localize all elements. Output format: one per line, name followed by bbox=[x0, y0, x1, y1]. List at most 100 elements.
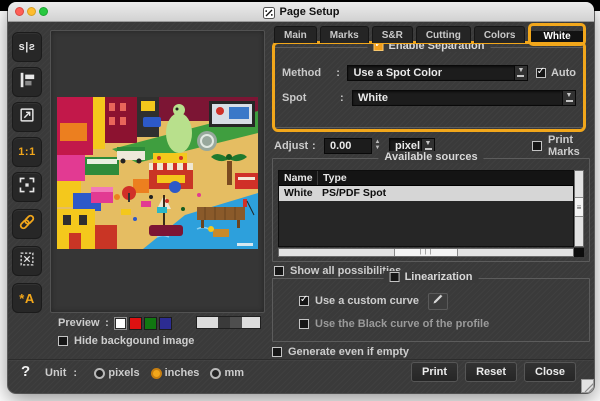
dropdown-bar bbox=[565, 100, 573, 102]
footer-divider bbox=[8, 359, 594, 360]
align-left-icon bbox=[18, 71, 36, 94]
custom-curve-row: ✓ Use a custom curve bbox=[299, 292, 448, 310]
vertical-scrollbar[interactable]: ≡ bbox=[574, 170, 584, 247]
dropdown-bar bbox=[424, 148, 432, 150]
generate-empty-checkbox[interactable] bbox=[272, 347, 282, 357]
annotation-tool-button[interactable]: *A bbox=[12, 283, 42, 313]
fit-corners-icon bbox=[18, 176, 36, 199]
page-setup-window: Page Setup s|ƨ 1:1 *A Preview: Hide bac… bbox=[8, 2, 594, 393]
separation-group: ✓ Enable Separation Method : Use a Spot … bbox=[274, 40, 584, 128]
method-select[interactable]: Use a Spot Color ▼ bbox=[347, 64, 528, 81]
auto-group: ✓ Auto bbox=[535, 66, 577, 79]
selection-tool-button[interactable] bbox=[12, 246, 42, 276]
link-icon bbox=[17, 212, 37, 237]
method-select-value: Use a Spot Color bbox=[353, 66, 443, 79]
dropdown-bar bbox=[517, 75, 525, 77]
mirror-tool-button[interactable]: s|ƨ bbox=[12, 32, 42, 62]
sources-table: Name Type White PS/PDF Spot bbox=[278, 170, 574, 247]
tab-cutting[interactable]: Cutting bbox=[415, 26, 471, 43]
edit-curve-button[interactable] bbox=[427, 292, 448, 310]
spot-dropdown-button[interactable]: ▼ bbox=[562, 90, 575, 105]
tab-colors[interactable]: Colors bbox=[473, 26, 526, 43]
help-button[interactable]: ? bbox=[21, 363, 30, 380]
auto-checkbox[interactable]: ✓ bbox=[535, 66, 546, 78]
reset-button[interactable]: Reset bbox=[465, 362, 518, 382]
selection-box-icon bbox=[18, 250, 36, 273]
horizontal-scrollbar-handle[interactable]: | | | bbox=[394, 249, 458, 256]
preview-image[interactable] bbox=[57, 97, 258, 249]
channel-swatches bbox=[114, 316, 172, 330]
auto-label: Auto bbox=[550, 66, 577, 79]
preview-colon: : bbox=[105, 317, 109, 329]
unit-selector: Unit : pixels inches mm bbox=[45, 365, 246, 381]
strip-segment bbox=[197, 317, 218, 328]
method-dropdown-button[interactable]: ▼ bbox=[513, 65, 527, 80]
custom-curve-checkbox[interactable]: ✓ bbox=[299, 295, 309, 306]
black-curve-checkbox[interactable] bbox=[299, 319, 309, 329]
spot-row: Spot : White ▼ bbox=[282, 89, 576, 106]
swatch-green[interactable] bbox=[144, 316, 157, 330]
titlebar[interactable]: Page Setup bbox=[8, 2, 594, 22]
swatch-red[interactable] bbox=[129, 316, 142, 330]
generate-empty-row: Generate even if empty bbox=[272, 346, 409, 358]
linearization-checkbox[interactable] bbox=[389, 272, 400, 282]
adjust-unit-value: pixel bbox=[395, 139, 421, 152]
swatch-blue[interactable] bbox=[159, 316, 172, 330]
scrollbar-corner bbox=[574, 248, 584, 257]
tab-main[interactable]: Main bbox=[274, 26, 317, 43]
unit-option-pixels[interactable]: pixels bbox=[94, 367, 141, 379]
generate-empty-label: Generate even if empty bbox=[288, 346, 410, 358]
column-header-name[interactable]: Name bbox=[279, 171, 317, 185]
strip-segment bbox=[242, 317, 260, 328]
horizontal-scrollbar[interactable]: | | | bbox=[278, 248, 574, 257]
strip-segment bbox=[218, 317, 230, 328]
spot-select[interactable]: White ▼ bbox=[352, 89, 576, 106]
adjust-label: Adjust bbox=[274, 139, 309, 152]
zoom-100-button[interactable]: 1:1 bbox=[12, 137, 42, 167]
preview-panel bbox=[50, 30, 265, 313]
spot-select-value: White bbox=[358, 91, 388, 104]
unit-colon: : bbox=[73, 367, 78, 379]
load-image-button[interactable] bbox=[12, 102, 42, 132]
table-row[interactable]: White PS/PDF Spot bbox=[279, 186, 573, 201]
pencil-icon bbox=[432, 292, 444, 310]
fit-to-page-button[interactable] bbox=[12, 172, 42, 202]
source-name-cell: White bbox=[284, 187, 313, 199]
adjust-input[interactable] bbox=[324, 137, 372, 154]
pixels-radio[interactable] bbox=[94, 367, 106, 379]
spot-label: Spot bbox=[282, 91, 307, 104]
tab-sr[interactable]: S&R bbox=[371, 26, 413, 43]
hide-background-checkbox[interactable] bbox=[58, 336, 68, 346]
pixels-label: pixels bbox=[108, 367, 140, 379]
alignment-tool-button[interactable] bbox=[12, 67, 42, 97]
print-button[interactable]: Print bbox=[411, 362, 459, 382]
unit-option-mm[interactable]: mm bbox=[210, 367, 246, 379]
vertical-scrollbar-handle[interactable]: ≡ bbox=[575, 197, 583, 217]
grayscale-preview-strip bbox=[196, 316, 261, 329]
swatch-white[interactable] bbox=[114, 316, 127, 330]
column-header-type[interactable]: Type bbox=[317, 171, 573, 185]
mm-radio[interactable] bbox=[210, 367, 222, 379]
linearization-label: Linearization bbox=[404, 271, 473, 283]
close-button[interactable]: Close bbox=[524, 362, 576, 382]
sources-table-header: Name Type bbox=[279, 171, 573, 186]
adjust-colon: : bbox=[312, 139, 316, 152]
method-label: Method bbox=[282, 66, 322, 79]
method-colon: : bbox=[336, 66, 340, 79]
chevron-down-icon: ▼ bbox=[517, 67, 525, 74]
show-all-checkbox[interactable] bbox=[274, 266, 284, 276]
inches-radio[interactable] bbox=[150, 367, 162, 379]
tab-white[interactable]: White bbox=[531, 31, 583, 42]
tab-marks[interactable]: Marks bbox=[319, 26, 369, 43]
custom-curve-label: Use a custom curve bbox=[315, 295, 419, 307]
one-to-one-icon: 1:1 bbox=[18, 146, 36, 158]
chevron-down-icon: ▼ bbox=[565, 92, 573, 99]
white-tab-highlight: White bbox=[528, 23, 586, 46]
resize-grip[interactable] bbox=[581, 379, 594, 393]
link-tool-button[interactable] bbox=[12, 209, 42, 239]
unit-option-inches[interactable]: inches bbox=[150, 367, 202, 379]
print-marks-checkbox[interactable] bbox=[532, 140, 542, 151]
spot-colon: : bbox=[340, 91, 344, 104]
preview-controls: Preview : bbox=[58, 316, 172, 330]
app-icon bbox=[262, 6, 275, 19]
